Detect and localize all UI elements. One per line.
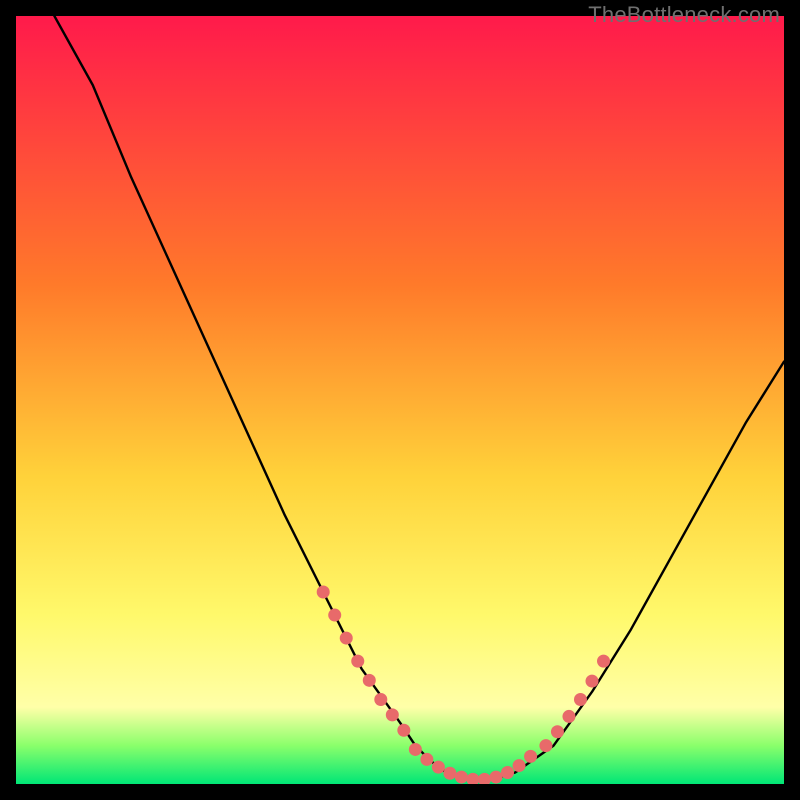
marker-dot (386, 708, 399, 721)
marker-dot (513, 759, 526, 772)
marker-dot (443, 767, 456, 780)
marker-dot (397, 724, 410, 737)
marker-dot (409, 743, 422, 756)
marker-dot (501, 766, 514, 779)
marker-dot (455, 771, 468, 784)
marker-dot (432, 761, 445, 774)
bottleneck-chart (16, 16, 784, 784)
marker-dot (363, 674, 376, 687)
marker-dot (551, 725, 564, 738)
marker-dot (597, 655, 610, 668)
marker-dot (351, 655, 364, 668)
watermark-text: TheBottleneck.com (588, 2, 780, 28)
marker-dot (317, 586, 330, 599)
chart-frame (16, 16, 784, 784)
marker-dot (328, 609, 341, 622)
marker-dot (340, 632, 353, 645)
marker-dot (374, 693, 387, 706)
marker-dot (539, 739, 552, 752)
marker-dot (490, 771, 503, 784)
gradient-background (16, 16, 784, 784)
marker-dot (524, 750, 537, 763)
marker-dot (420, 753, 433, 766)
marker-dot (574, 693, 587, 706)
marker-dot (586, 675, 599, 688)
marker-dot (562, 710, 575, 723)
